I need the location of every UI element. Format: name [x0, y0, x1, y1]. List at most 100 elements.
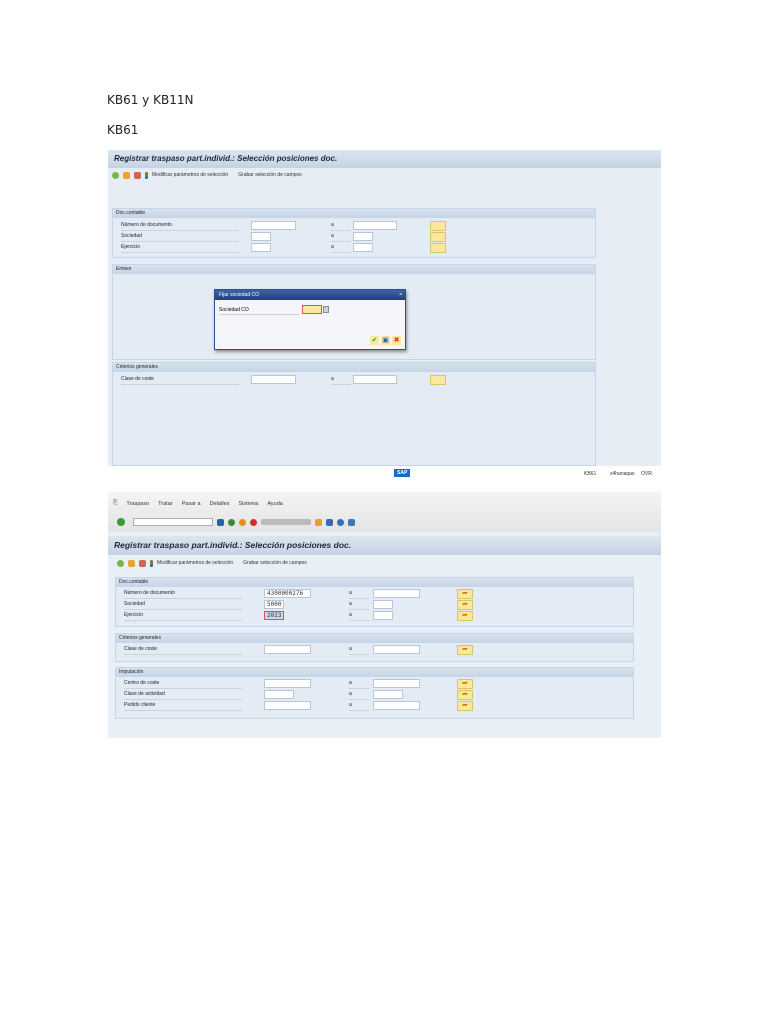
cancel-icon[interactable]: ✖ [392, 336, 401, 345]
variant-icon[interactable] [123, 171, 130, 179]
tcode[interactable]: KB61 [584, 471, 596, 477]
field-label: Sociedad [124, 600, 242, 610]
execute-icon[interactable] [117, 559, 124, 567]
field-label: Número de documento [124, 589, 242, 599]
cancel-icon[interactable] [250, 518, 257, 526]
kb61-screenshot-2: ⎘ Traspaso Tratar Pasar a Detalles Siste… [108, 492, 661, 738]
sales-order-from-input[interactable] [264, 701, 311, 710]
section-header: Doc.contable [116, 578, 633, 587]
multiple-selection-button[interactable]: ➦ [457, 701, 473, 711]
co-area-input[interactable] [302, 305, 322, 314]
multiple-selection-button[interactable] [430, 232, 446, 242]
multiple-selection-button[interactable]: ➦ [457, 589, 473, 599]
menu-toolbar-area: ⎘ Traspaso Tratar Pasar a Detalles Siste… [108, 492, 661, 532]
menu-icon[interactable]: ⎘ [113, 500, 117, 507]
help-icon[interactable] [337, 518, 344, 526]
command-field[interactable] [133, 518, 213, 526]
kb61-screenshot-1: Registrar traspaso part.individ.: Selecc… [108, 150, 661, 482]
to-label: a [349, 600, 369, 610]
menu-bar: ⎘ Traspaso Tratar Pasar a Detalles Siste… [113, 500, 283, 507]
row-centro-coste: Centro de coste a ➦ [116, 679, 633, 689]
enter-icon[interactable] [117, 518, 125, 526]
multiple-selection-button[interactable] [430, 375, 446, 385]
multiple-selection-button[interactable] [430, 243, 446, 253]
doc-number-from-input[interactable] [251, 221, 296, 230]
section-criterios: Criterios generales Clase de coste a [112, 362, 596, 466]
section-doc-contable: Doc.contable Número de documento 4300000… [115, 577, 634, 627]
confirm-check-icon[interactable]: ✔ [370, 336, 379, 345]
shortcut-icon[interactable] [326, 518, 333, 526]
year-to-input[interactable] [353, 243, 373, 252]
field-label: Clase de actividad [124, 690, 242, 700]
section-imputacion: Imputación Centro de coste a ➦ Clase de … [115, 667, 634, 719]
to-label: a [349, 589, 369, 599]
new-session-icon[interactable] [315, 518, 322, 526]
sap-logo: SAP [394, 469, 411, 477]
row-sociedad: Sociedad a [113, 232, 595, 242]
doc-number-to-input[interactable] [373, 589, 420, 598]
company-to-input[interactable] [353, 232, 373, 241]
system: s4hanaqas [610, 471, 635, 477]
row-clase-actividad: Clase de actividad a ➦ [116, 690, 633, 700]
modify-parameters-button[interactable]: Modificar parámetros de selección [152, 172, 228, 178]
year-from-input[interactable]: 2023 [264, 611, 284, 620]
multiple-selection-button[interactable]: ➦ [457, 679, 473, 689]
multiple-selection-button[interactable]: ➦ [457, 690, 473, 700]
layout-icon[interactable] [348, 518, 355, 526]
doc-number-from-input[interactable]: 4300000276 [264, 589, 311, 598]
row-pedido-cliente: Pedido cliente a ➦ [116, 701, 633, 711]
save-selection-button[interactable]: Grabar selección de campos [238, 172, 302, 178]
multiple-selection-button[interactable]: ➦ [457, 611, 473, 621]
save-selection-button[interactable]: Grabar selección de campos [243, 560, 307, 566]
get-variant-icon[interactable] [139, 559, 146, 567]
to-label: a [349, 701, 369, 711]
company-to-input[interactable] [373, 600, 393, 609]
section-header: Doc.contable [113, 209, 595, 218]
activity-type-from-input[interactable] [264, 690, 294, 699]
value-help-icon[interactable] [323, 306, 329, 313]
to-label: a [331, 221, 351, 231]
variant-icon[interactable] [128, 559, 135, 567]
cost-element-to-input[interactable] [353, 375, 397, 384]
menu-pasar-a[interactable]: Pasar a [182, 501, 201, 507]
menu-ayuda[interactable]: Ayuda [267, 501, 283, 507]
sales-order-to-input[interactable] [373, 701, 420, 710]
doc-number-to-input[interactable] [353, 221, 397, 230]
exit-icon[interactable] [239, 518, 246, 526]
section-header: Criterios generales [116, 634, 633, 643]
modify-parameters-button[interactable]: Modificar parámetros de selección [157, 560, 233, 566]
multiple-selection-button[interactable] [430, 221, 446, 231]
menu-tratar[interactable]: Tratar [158, 501, 172, 507]
close-icon[interactable]: × [399, 290, 402, 300]
menu-traspaso[interactable]: Traspaso [126, 501, 149, 507]
cost-element-from-input[interactable] [264, 645, 311, 654]
section-criterios: Criterios generales Clase de coste a ➦ [115, 633, 634, 662]
company-from-input[interactable]: 5000 [264, 600, 284, 609]
mode: OVR [641, 471, 652, 477]
multiple-selection-button[interactable]: ➦ [457, 600, 473, 610]
activity-type-to-input[interactable] [373, 690, 403, 699]
cost-center-to-input[interactable] [373, 679, 420, 688]
year-from-input[interactable] [251, 243, 271, 252]
company-from-input[interactable] [251, 232, 271, 241]
co-area-label: Sociedad CO [219, 306, 299, 315]
multiple-selection-button[interactable]: ➦ [457, 645, 473, 655]
save-icon[interactable]: ▣ [381, 336, 390, 345]
cost-center-from-input[interactable] [264, 679, 311, 688]
to-label: a [349, 611, 369, 621]
execute-icon[interactable] [112, 171, 119, 179]
section-doc-contable: Doc.contable Número de documento a Socie… [112, 208, 596, 258]
section-header: Criterios generales [113, 363, 595, 372]
back-icon[interactable] [228, 518, 235, 526]
to-label: a [331, 375, 351, 385]
save-icon[interactable] [217, 518, 224, 526]
year-to-input[interactable] [373, 611, 393, 620]
section-header: Imputación [116, 668, 633, 677]
menu-sistema[interactable]: Sistema [238, 501, 258, 507]
parameters-icon [150, 559, 153, 567]
cost-element-from-input[interactable] [251, 375, 296, 384]
get-variant-icon[interactable] [134, 171, 141, 179]
row-sociedad: Sociedad 5000 a ➦ [116, 600, 633, 610]
cost-element-to-input[interactable] [373, 645, 420, 654]
menu-detalles[interactable]: Detalles [210, 501, 230, 507]
